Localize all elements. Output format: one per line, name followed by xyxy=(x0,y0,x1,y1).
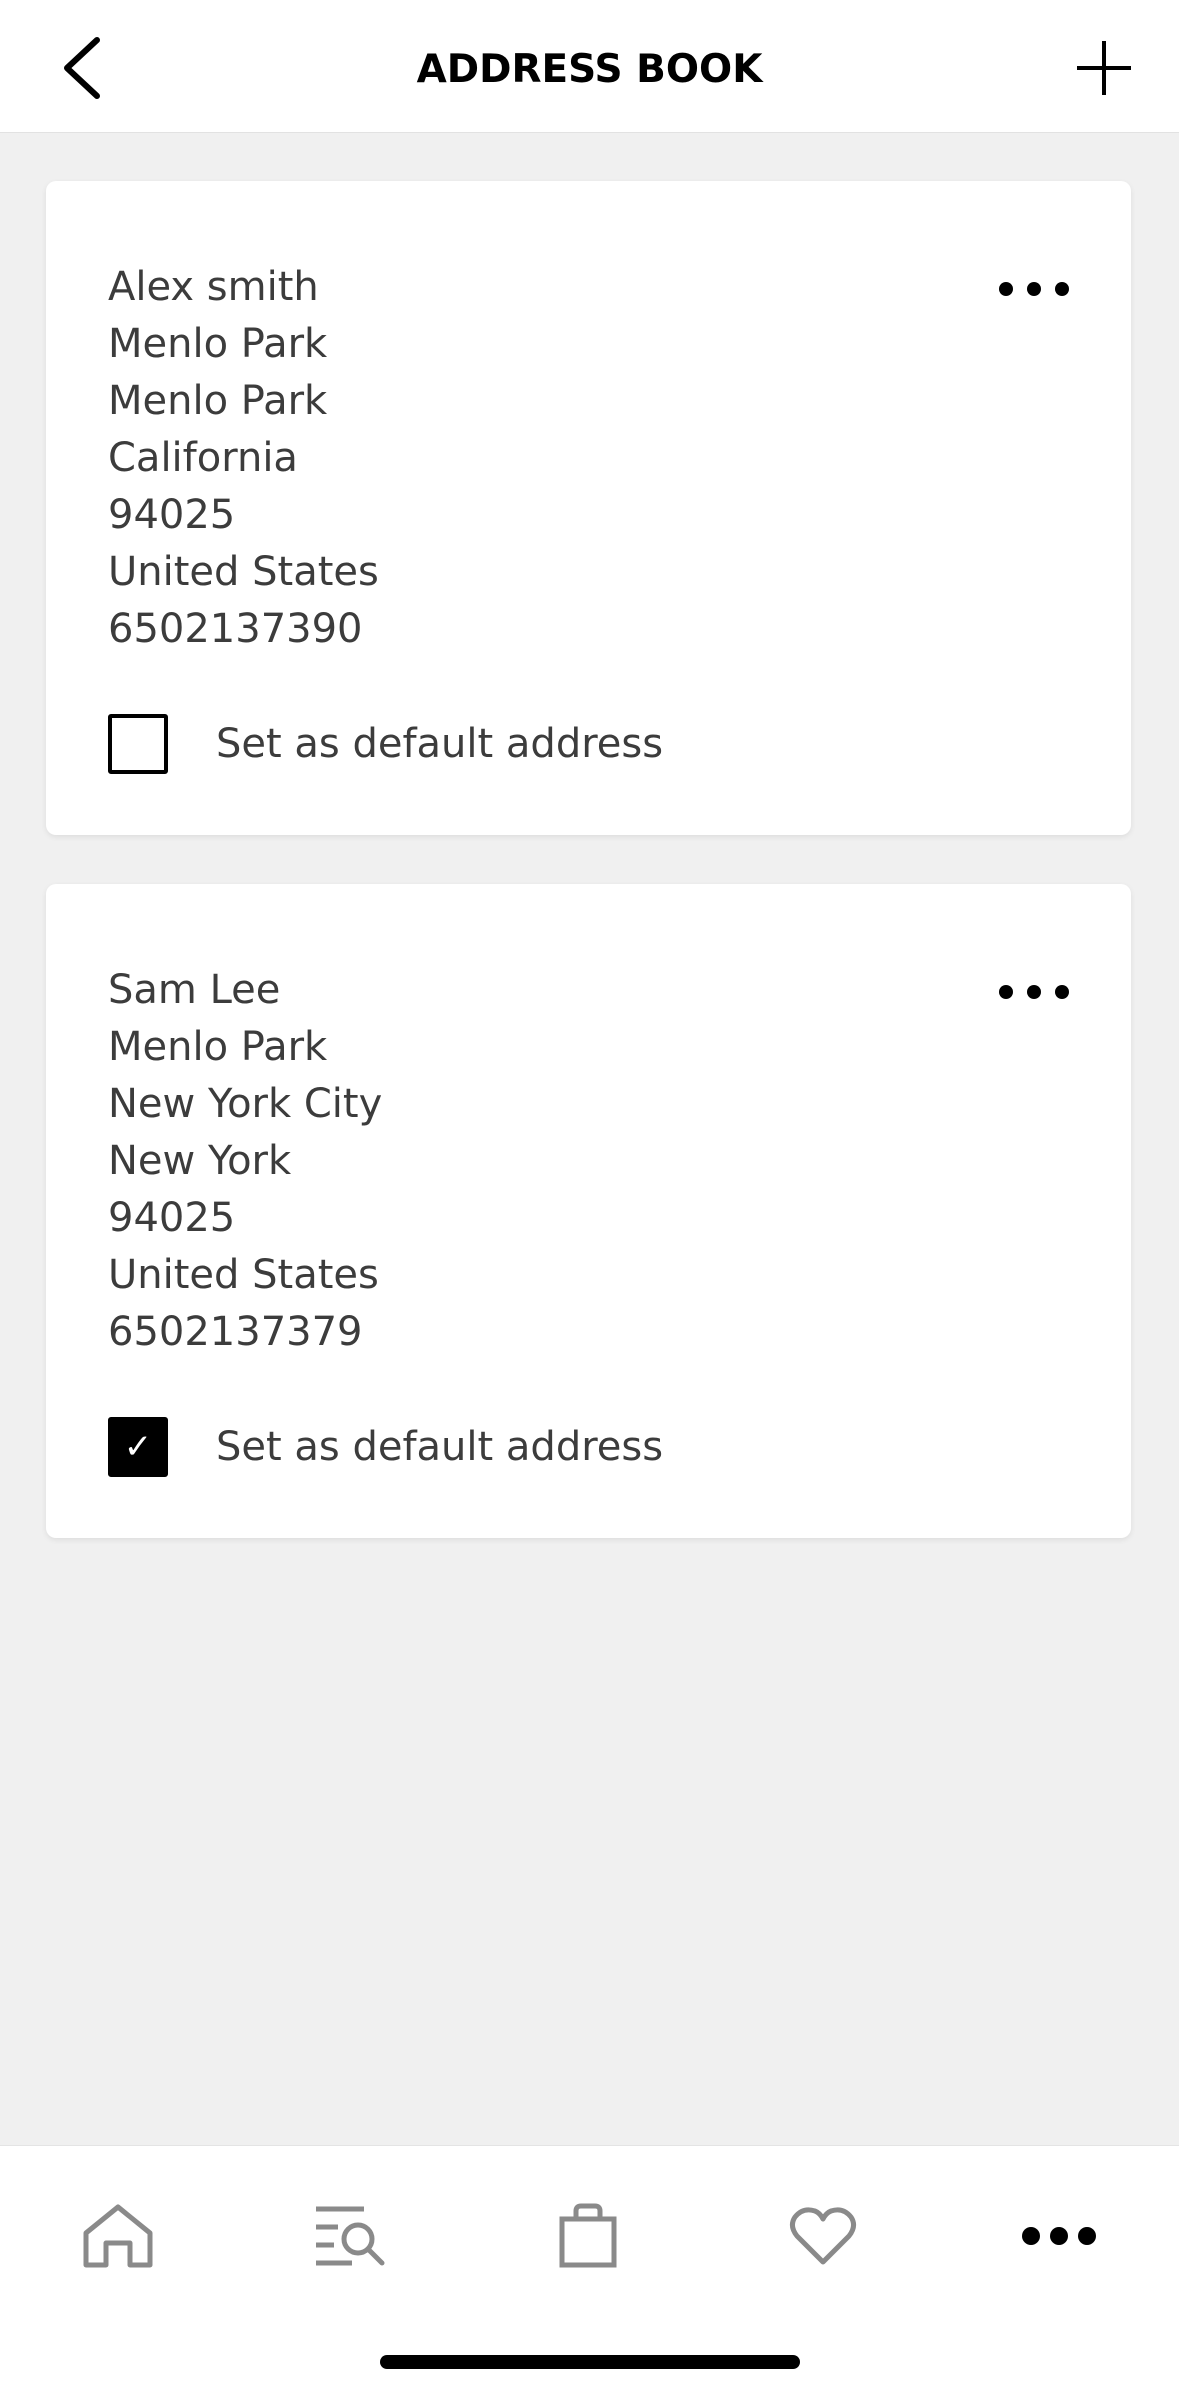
more-dot xyxy=(1078,2227,1096,2245)
more-dot xyxy=(1027,282,1041,296)
shopping-bag-icon xyxy=(559,2203,617,2268)
address-phone: 6502137390 xyxy=(108,606,363,652)
heart-icon xyxy=(789,2207,857,2265)
address-details: Alex smith Menlo Park Menlo Park Califor… xyxy=(108,259,379,658)
address-card: Alex smith Menlo Park Menlo Park Califor… xyxy=(46,181,1131,835)
address-name: Sam Lee xyxy=(108,967,281,1013)
address-zip: 94025 xyxy=(108,1195,236,1241)
default-address-checkbox[interactable] xyxy=(108,714,168,774)
more-dot xyxy=(1055,985,1069,999)
chevron-left-icon xyxy=(64,37,100,99)
nav-wishlist[interactable] xyxy=(773,2186,873,2286)
nav-home[interactable] xyxy=(68,2186,168,2286)
address-line1: Menlo Park xyxy=(108,1024,328,1070)
address-book-screen: ADDRESS BOOK Alex smith Menlo Park Menlo… xyxy=(0,0,1179,2396)
address-country: United States xyxy=(108,1252,379,1298)
address-line1: Menlo Park xyxy=(108,321,328,367)
address-state: New York xyxy=(108,1138,292,1184)
address-city: New York City xyxy=(108,1081,383,1127)
more-dots-icon xyxy=(999,985,1013,999)
address-details: Sam Lee Menlo Park New York City New Yor… xyxy=(108,962,382,1361)
page-title: ADDRESS BOOK xyxy=(416,47,763,92)
more-dots-icon xyxy=(999,282,1013,296)
more-dot xyxy=(1055,282,1069,296)
address-phone: 6502137379 xyxy=(108,1309,363,1355)
address-options-button[interactable] xyxy=(999,972,1069,1012)
address-card: Sam Lee Menlo Park New York City New Yor… xyxy=(46,884,1131,1538)
add-address-button[interactable] xyxy=(1064,30,1144,106)
default-address-label: Set as default address xyxy=(216,1424,664,1470)
more-dot xyxy=(1022,2227,1040,2245)
default-address-row: Set as default address xyxy=(108,714,663,774)
more-dot xyxy=(1050,2227,1068,2245)
address-zip: 94025 xyxy=(108,492,236,538)
back-button[interactable] xyxy=(46,30,116,106)
nav-search[interactable] xyxy=(300,2186,400,2286)
plus-icon xyxy=(1077,41,1131,95)
home-icon xyxy=(83,2204,153,2268)
address-options-button[interactable] xyxy=(999,269,1069,309)
address-city: Menlo Park xyxy=(108,378,328,424)
checkmark-icon: ✓ xyxy=(123,1427,153,1467)
address-state: California xyxy=(108,435,298,481)
nav-bag[interactable] xyxy=(538,2186,638,2286)
address-name: Alex smith xyxy=(108,264,319,310)
more-icon xyxy=(1022,2227,1096,2245)
more-dot xyxy=(1027,985,1041,999)
nav-more[interactable] xyxy=(1009,2186,1109,2286)
search-list-icon xyxy=(316,2206,385,2266)
address-country: United States xyxy=(108,549,379,595)
home-indicator xyxy=(380,2355,800,2369)
top-bar: ADDRESS BOOK xyxy=(0,0,1179,133)
default-address-checkbox[interactable]: ✓ xyxy=(108,1417,168,1477)
default-address-row: ✓ Set as default address xyxy=(108,1417,663,1477)
default-address-label: Set as default address xyxy=(216,721,664,767)
